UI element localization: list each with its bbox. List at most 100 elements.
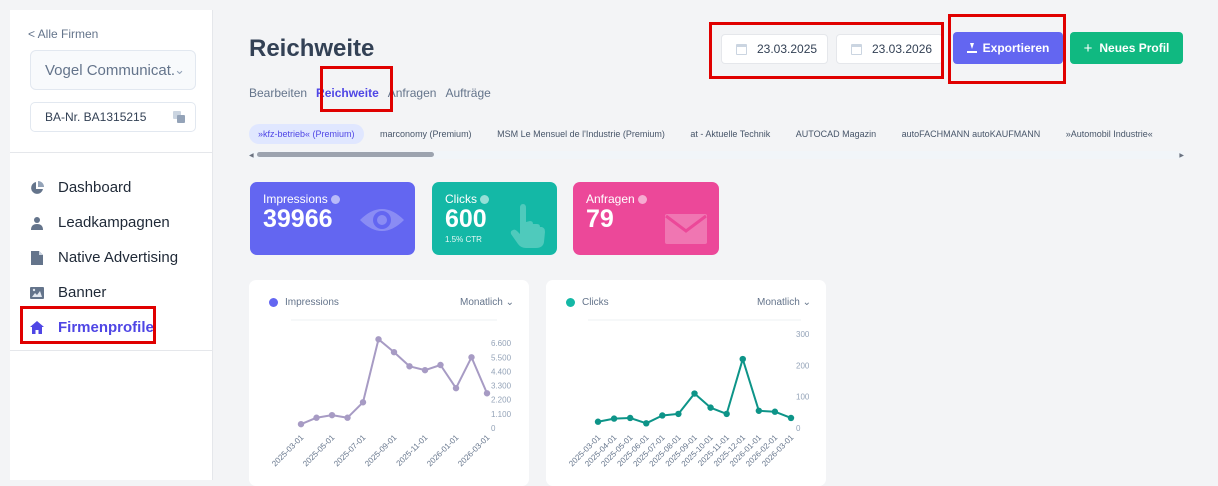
y-tick-label: 3.300 [491,382,512,391]
sidebar-item-label: Banner [58,284,107,301]
y-tick-label: 300 [796,330,810,339]
new-profile-button[interactable]: + Neues Profil [1070,32,1183,64]
x-tick-label: 2025-07-01 [332,433,368,469]
impressions-card: Impressions 39966 [250,182,415,255]
data-point [626,414,634,422]
sidebar-item-label: Leadkampagnen [58,214,170,231]
sidebar-item-label: Dashboard [58,179,132,196]
scroll-left-icon[interactable]: ◀ [249,152,254,159]
data-point [375,336,382,343]
impressions-chart: 0 1.100 2.200 3.300 4.400 5.500 6.600 2025-03-0… [270,319,512,469]
sidebar-item-banner[interactable]: Banner [10,275,213,310]
profile-chip[interactable]: MSM Le Mensuel de l'Industrie (Premium) [488,124,674,144]
x-tick-label: 2025-03-01 [270,433,306,469]
clicks-card: Clicks 600 1.5% CTR [432,182,557,255]
profile-chip[interactable]: marconomy (Premium) [371,124,481,144]
data-point [468,354,475,361]
horizontal-scrollbar[interactable]: ◀ ▶ [249,151,1184,159]
y-tick-label: 100 [796,393,810,402]
data-point [313,414,320,421]
y-tick-label: 6.600 [491,339,512,348]
data-point [723,410,730,418]
copy-icon[interactable] [173,111,185,123]
sidebar-item-leadkampagnen[interactable]: Leadkampagnen [10,205,213,240]
new-profile-label: Neues Profil [1099,41,1170,55]
x-tick-label: 2025-09-01 [363,433,399,469]
sidebar-item-label: Native Advertising [58,249,179,266]
data-point [359,399,367,406]
highlight-box [20,306,156,344]
anfragen-label: Anfragen [586,192,647,206]
profile-chip[interactable]: »Automobil Industrie« [1057,124,1162,144]
back-link[interactable]: < Alle Firmen [28,27,98,41]
pie-chart-icon [30,180,44,195]
plus-icon: + [1083,39,1093,57]
clicks-label-text: Clicks [445,192,477,206]
scroll-right-icon[interactable]: ▶ [1179,152,1184,159]
profile-chip[interactable]: autoFACHMANN autoKAUFMANN [893,124,1050,144]
hand-pointer-icon [510,204,545,248]
impressions-value: 39966 [263,205,333,233]
data-point [691,390,698,397]
sidebar-item-native-advertising[interactable]: Native Advertising [10,240,213,275]
data-point [643,420,650,427]
image-icon [30,286,44,300]
anfragen-value: 79 [586,205,614,233]
tab-auftraege[interactable]: Aufträge [445,86,490,100]
y-tick-label: 5.500 [491,353,512,362]
ctr-value: 1.5% CTR [445,235,482,244]
company-name: Vogel Communicat... [45,61,175,79]
envelope-icon [665,214,707,244]
scroll-thumb[interactable] [257,152,434,157]
data-point [594,418,602,425]
profile-chip[interactable]: AUTOCAD Magazin [787,124,885,144]
tab-bearbeiten[interactable]: Bearbeiten [249,86,307,100]
x-tick-label: 2026-01-01 [425,433,461,469]
data-point [344,414,351,421]
info-icon[interactable] [480,195,489,204]
sidebar-item-dashboard[interactable]: Dashboard [10,170,213,205]
data-point [755,407,763,414]
info-icon[interactable] [330,195,340,204]
anfragen-label-text: Anfragen [586,192,635,206]
x-tick-label: 2026-03-01 [456,433,492,469]
chevron-down-icon: ⌄ [174,62,185,77]
clicks-label: Clicks [445,192,489,206]
user-icon [30,216,44,230]
impressions-label-text: Impressions [263,192,328,206]
data-point [675,410,682,418]
company-select[interactable]: Vogel Communicat... ⌄ [30,50,196,90]
data-point [739,355,746,363]
data-point [610,415,618,422]
data-point [421,366,429,374]
sidebar-divider [10,152,213,153]
data-point [659,412,666,419]
y-tick-label: 0 [796,424,801,433]
eye-icon [360,209,404,231]
y-tick-label: 1.100 [491,410,512,419]
impressions-label: Impressions [263,192,340,206]
clicks-chart-card: Clicks Monatlich ⌄ 0 100 200 300 2025-03-01 2… [546,280,826,486]
data-point [771,408,779,415]
sidebar: < Alle Firmen Vogel Communicat... ⌄ BA-N… [10,10,213,480]
y-tick-label: 200 [796,361,810,370]
y-tick-label: 2.200 [491,396,512,405]
data-point [437,361,444,369]
y-tick-label: 0 [491,424,496,433]
data-point [452,384,460,392]
anfragen-card: Anfragen 79 [573,182,719,255]
profile-chip[interactable]: »kfz-betrieb« (Premium) [249,124,364,144]
info-icon[interactable] [637,195,647,204]
profile-chip-list: »kfz-betrieb« (Premium) marconomy (Premi… [249,124,1184,152]
profile-chip[interactable]: at - Aktuelle Technik [681,124,779,144]
highlight-box [948,14,1066,84]
y-tick-label: 4.400 [491,367,512,376]
impressions-chart-card: Impressions Monatlich ⌄ 0 1.100 2.200 3.300… [249,280,529,486]
data-point [390,348,398,356]
clicks-chart: 01002003002025-03-012025-04-012025-05-01… [567,319,810,468]
document-icon [30,250,44,265]
tab-anfragen[interactable]: Anfragen [388,86,437,100]
x-tick-label: 2025-05-01 [301,433,337,469]
clicks-value: 600 [445,205,487,233]
sidebar-divider [10,350,213,351]
